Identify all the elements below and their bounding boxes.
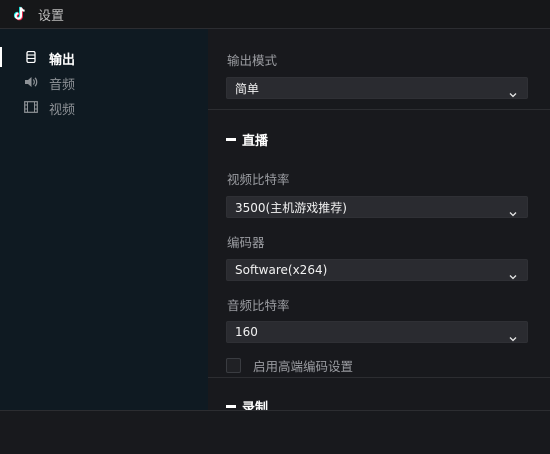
encoder-select[interactable]: Software(x264) — [226, 259, 528, 281]
collapse-icon — [226, 138, 236, 141]
chevron-down-icon — [509, 84, 517, 98]
speaker-icon — [24, 76, 38, 88]
active-indicator — [0, 47, 2, 67]
record-section-header[interactable]: 录制 — [226, 397, 268, 410]
output-mode-value: 简单 — [235, 81, 260, 96]
divider — [208, 377, 550, 378]
tiktok-logo-icon — [12, 6, 28, 22]
audio-bitrate-value: 160 — [235, 325, 258, 339]
audio-bitrate-select[interactable]: 160 — [226, 321, 528, 343]
settings-panel: 输出模式 简单 直播 视频比特率 3500(主机游戏推荐) 编码器 Softwa… — [208, 29, 550, 410]
video-bitrate-value: 3500(主机游戏推荐) — [235, 200, 347, 215]
encoder-value: Software(x264) — [235, 263, 328, 277]
advanced-encoder-checkbox[interactable] — [226, 358, 241, 373]
chevron-down-icon — [509, 266, 517, 280]
collapse-icon — [226, 405, 236, 408]
record-section-title: 录制 — [242, 401, 269, 410]
audio-bitrate-label: 音频比特率 — [227, 298, 290, 313]
chevron-down-icon — [509, 328, 517, 342]
sidebar-item-audio[interactable]: 音频 — [0, 71, 208, 93]
sidebar-item-label: 输出 — [49, 53, 76, 68]
title-bar: 设置 — [0, 0, 550, 29]
footer-bar — [0, 410, 550, 454]
window-title: 设置 — [38, 8, 65, 24]
output-mode-select[interactable]: 简单 — [226, 77, 528, 99]
video-bitrate-label: 视频比特率 — [227, 172, 290, 187]
video-bitrate-select[interactable]: 3500(主机游戏推荐) — [226, 196, 528, 218]
live-section-title: 直播 — [242, 134, 269, 149]
sidebar: 输出 音频 视频 — [0, 29, 208, 410]
chevron-down-icon — [509, 203, 517, 217]
advanced-encoder-label: 启用高端编码设置 — [253, 359, 354, 374]
sidebar-item-label: 音频 — [49, 78, 76, 93]
sidebar-item-output[interactable]: 输出 — [0, 46, 208, 68]
film-icon — [24, 101, 38, 113]
sidebar-item-video[interactable]: 视频 — [0, 96, 208, 118]
live-section-header[interactable]: 直播 — [226, 130, 268, 149]
divider — [208, 109, 550, 110]
output-icon — [24, 50, 38, 64]
output-mode-label: 输出模式 — [227, 53, 278, 68]
encoder-label: 编码器 — [227, 235, 265, 250]
advanced-encoder-row: 启用高端编码设置 — [226, 356, 353, 375]
sidebar-item-label: 视频 — [49, 103, 76, 118]
